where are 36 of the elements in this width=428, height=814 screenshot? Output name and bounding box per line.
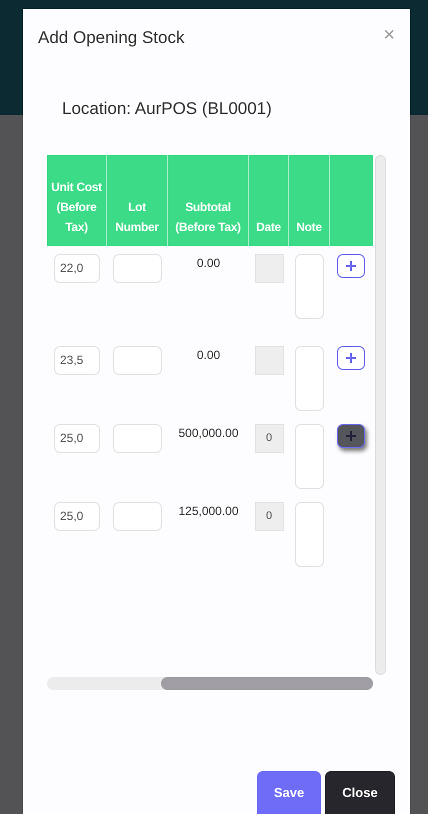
date-field[interactable]: [254, 346, 284, 374]
lot-number-field[interactable]: [113, 346, 162, 374]
date-field[interactable]: 0: [254, 502, 284, 530]
note-field[interactable]: [295, 502, 324, 566]
horizontal-scrollbar[interactable]: [47, 676, 373, 690]
plus-icon: [345, 260, 357, 272]
lot-number-field[interactable]: [113, 424, 162, 452]
note-field[interactable]: [295, 346, 324, 410]
scrollbar-thumb[interactable]: [161, 676, 373, 690]
subtotal-text: 0.00: [196, 254, 220, 272]
unit-cost-field[interactable]: 23,5: [54, 346, 100, 374]
column-header: Date: [256, 218, 281, 236]
subtotal-text: 500,000.00: [178, 424, 239, 442]
column-header: Note: [296, 218, 322, 236]
note-field[interactable]: [295, 254, 324, 318]
lot-number-field[interactable]: [113, 254, 162, 282]
date-field[interactable]: [254, 254, 284, 282]
unit-cost-field[interactable]: 25,0: [54, 424, 100, 452]
column-header: Lot Number: [114, 198, 160, 236]
date-field[interactable]: 0: [254, 424, 284, 452]
vertical-scrollbar[interactable]: [375, 154, 386, 674]
modal-title: Add Opening Stock: [38, 27, 184, 49]
save-button[interactable]: Save: [257, 770, 321, 814]
unit-cost-field[interactable]: 25,0: [54, 502, 100, 530]
add-button[interactable]: [337, 424, 365, 448]
note-field[interactable]: [295, 424, 324, 488]
unit-cost-field[interactable]: 22,0: [54, 254, 100, 282]
location-label: Location: AurPOS (BL0001): [62, 98, 272, 118]
subtotal-text: 0.00: [196, 346, 220, 364]
plus-icon: [345, 430, 357, 442]
lot-number-field[interactable]: [113, 502, 162, 530]
plus-icon: [345, 352, 357, 364]
close-button[interactable]: Close: [325, 770, 395, 814]
subtotal-text: 125,000.00: [178, 502, 239, 520]
column-header: Subtotal (Before Tax): [174, 198, 242, 236]
column-header: Unit Cost (Before Tax): [50, 178, 103, 236]
